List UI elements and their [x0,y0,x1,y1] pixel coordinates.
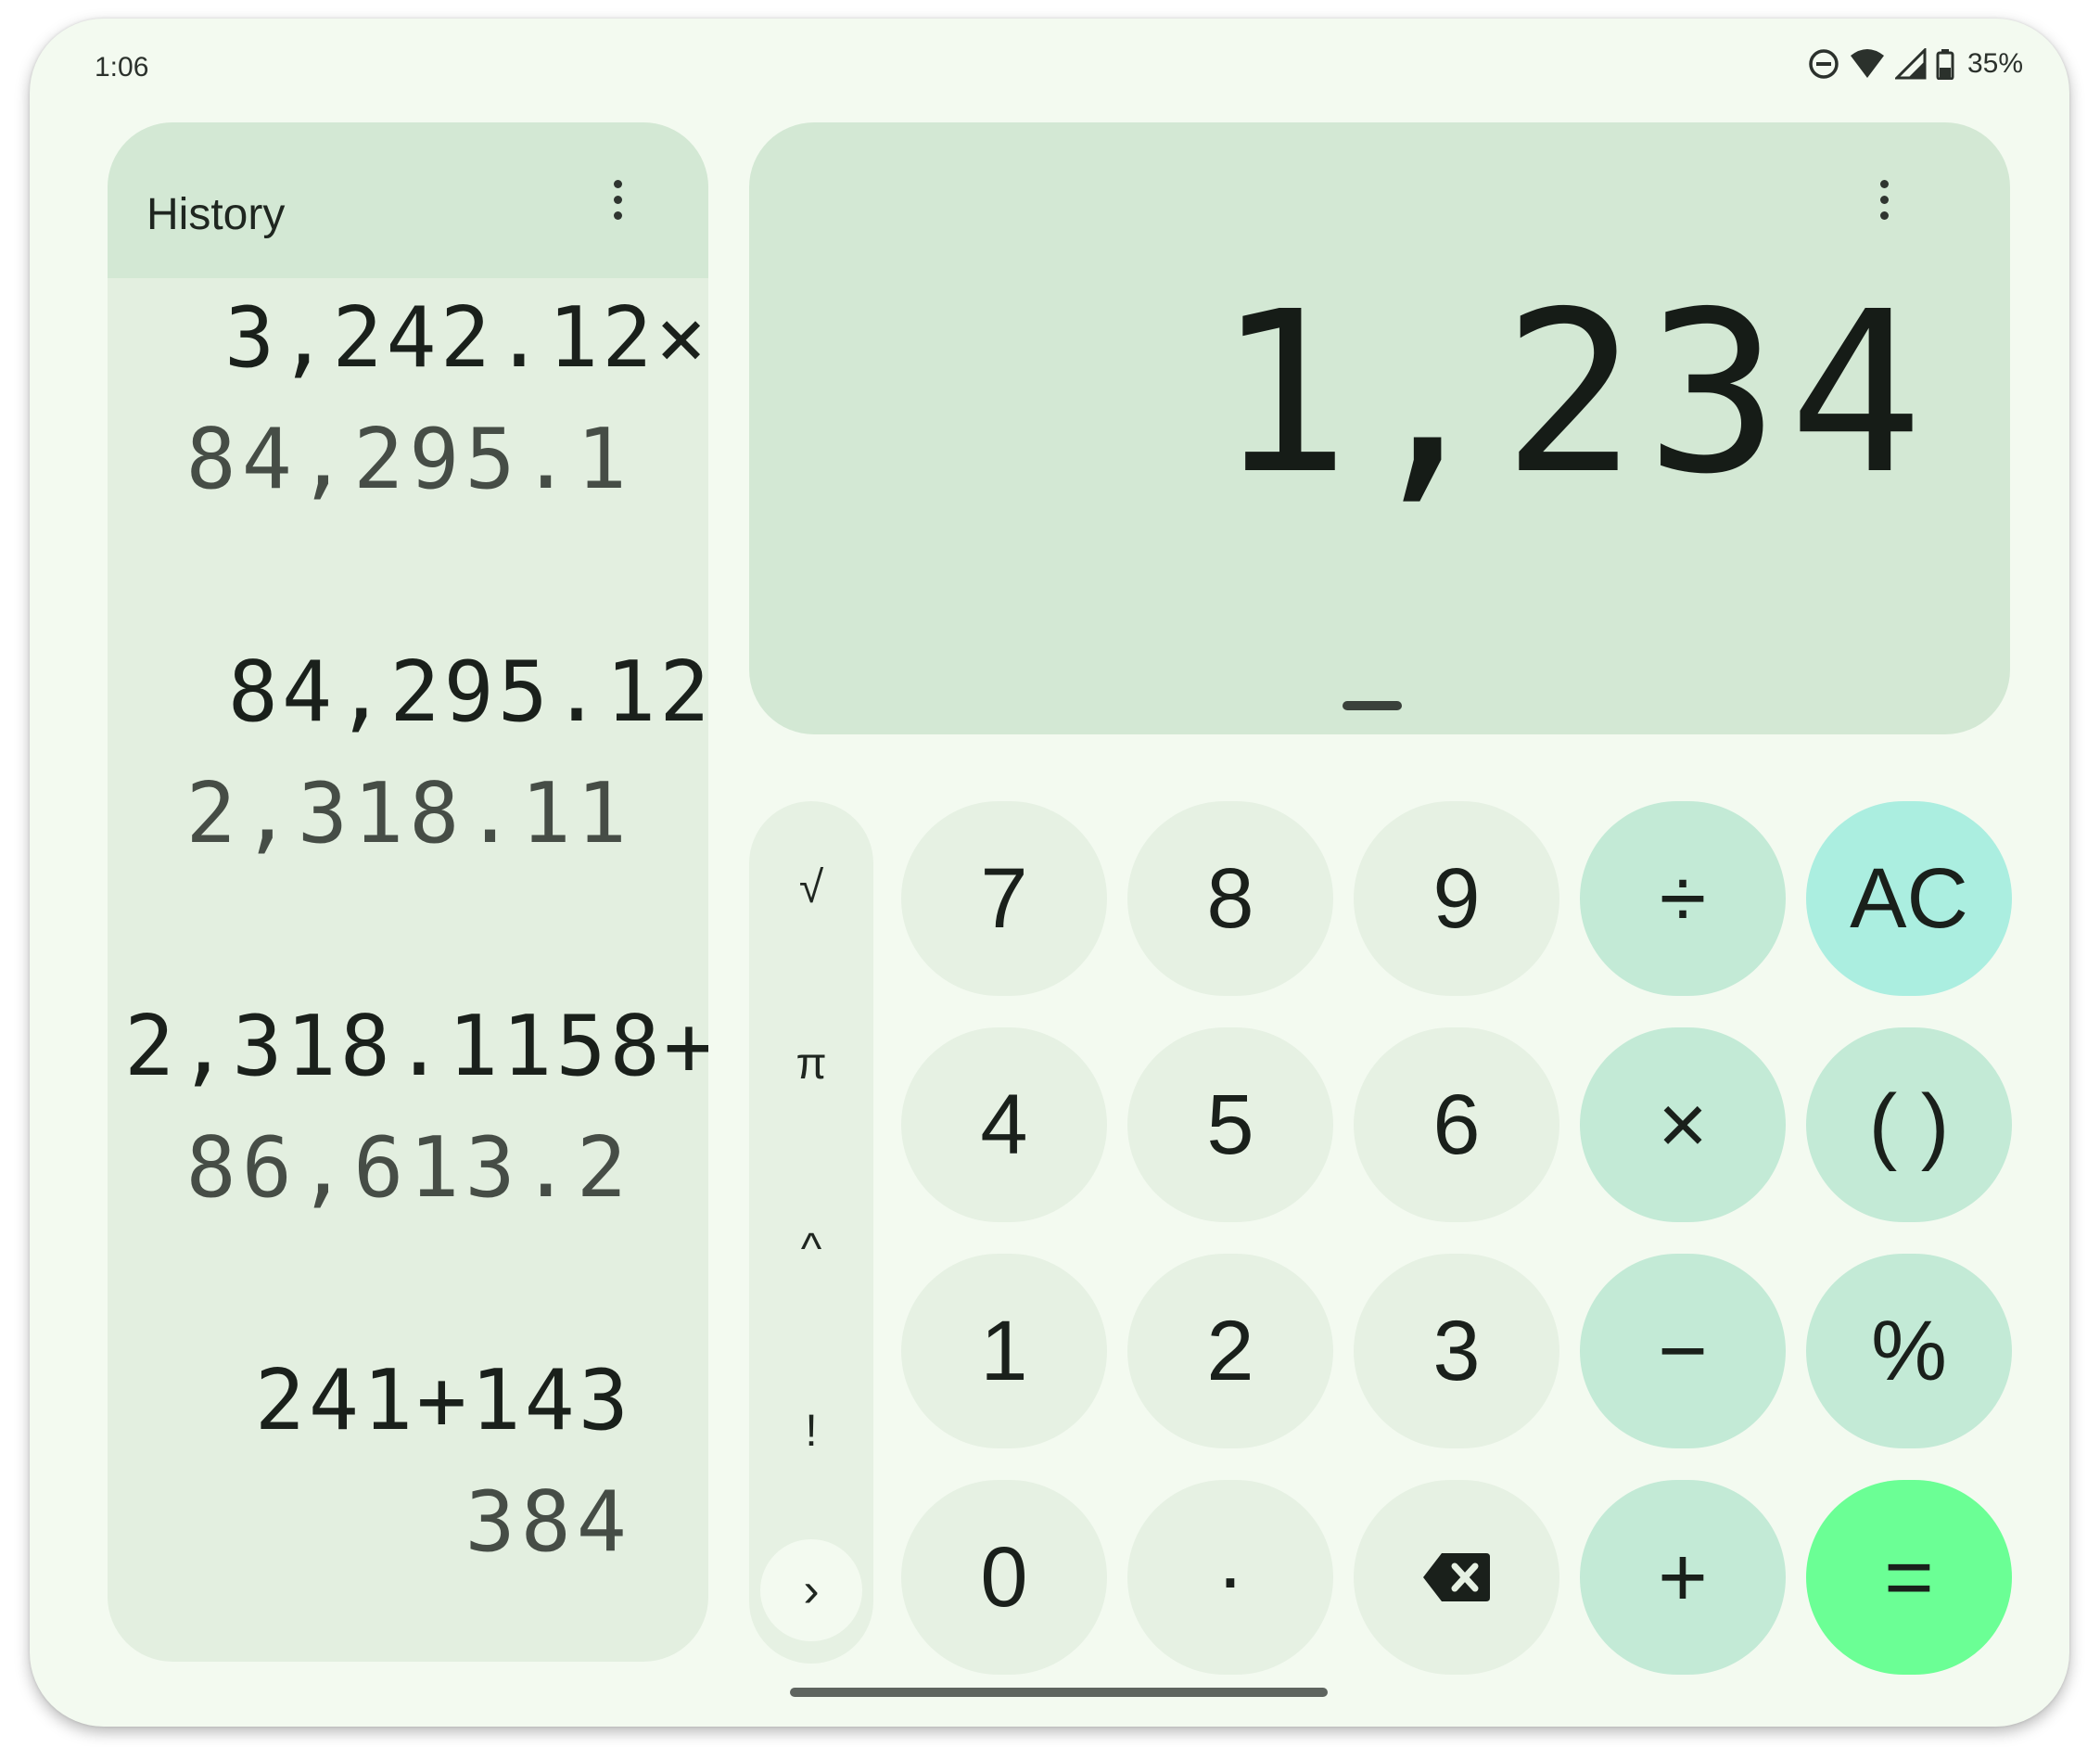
battery-percent: 35% [1966,48,2023,79]
battery-icon [1936,49,1954,80]
backspace-button[interactable] [1354,1480,1559,1675]
history-title: History [146,190,286,239]
history-entry[interactable]: 84,295.12×11 2,318.11 [108,632,708,911]
digit-4-button[interactable]: 4 [901,1027,1107,1222]
history-more-vert-icon[interactable] [614,180,622,220]
history-result: 2,318.11 [185,765,632,862]
history-expression: 241+143 [254,1352,632,1449]
minus-button[interactable]: − [1580,1254,1786,1448]
history-result: 84,295.1 [185,411,632,508]
chevron-right-icon: › [803,1563,820,1617]
cell-signal-icon [1894,48,1927,80]
history-result: 384 [465,1473,632,1571]
history-panel: History 3,242.12×52 84,295.1 84,295.12×1… [108,122,708,1662]
display-more-vert-icon[interactable] [1880,180,1889,220]
backspace-icon [1423,1553,1490,1601]
history-entry[interactable]: 2,318.1158+ 86,613.2 [108,987,708,1265]
digit-6-button[interactable]: 6 [1354,1027,1559,1222]
decimal-button[interactable]: · [1127,1480,1333,1675]
digit-5-button[interactable]: 5 [1127,1027,1333,1222]
equals-button[interactable]: = [1806,1480,2012,1675]
percent-button[interactable]: % [1806,1254,2012,1448]
history-expression: 84,295.12×11 [227,644,708,741]
plus-button[interactable]: + [1580,1480,1786,1675]
gesture-nav-bar[interactable] [790,1688,1328,1697]
scientific-panel: √ π ^ ! › [749,801,873,1664]
digit-7-button[interactable]: 7 [901,801,1107,996]
factorial-button[interactable]: ! [749,1406,873,1457]
status-icons: 35% [1808,48,2023,80]
power-button[interactable]: ^ [749,1224,873,1275]
divide-button[interactable]: ÷ [1580,801,1786,996]
digit-3-button[interactable]: 3 [1354,1254,1559,1448]
history-entry[interactable]: 3,242.12×52 84,295.1 [108,278,708,556]
history-expression: 3,242.12×52 [223,289,708,387]
digit-8-button[interactable]: 8 [1127,801,1333,996]
display-value[interactable]: 1,234 [1216,282,1932,504]
do-not-disturb-icon [1809,49,1839,79]
display-panel: 1,234 [749,122,2010,734]
history-entry[interactable]: 241+143 384 [108,1341,708,1619]
digit-9-button[interactable]: 9 [1354,801,1559,996]
sqrt-button[interactable]: √ [749,862,873,913]
parentheses-button[interactable]: ( ) [1806,1027,2012,1222]
pi-button[interactable]: π [749,1039,873,1090]
all-clear-button[interactable]: AC [1806,801,2012,996]
history-result: 86,613.2 [185,1119,632,1217]
history-expression: 2,318.1158+ [123,998,708,1095]
history-list: 3,242.12×52 84,295.1 84,295.12×11 2,318.… [108,278,708,1662]
history-header: History [108,122,708,278]
status-time: 1:06 [95,52,149,83]
calculator-app: 1:06 35% History 3,242.12×52 84,295.1 84… [30,19,2069,1727]
wifi-icon [1850,49,1884,78]
expand-scientific-button[interactable]: › [760,1539,862,1641]
history-drag-handle[interactable] [1343,701,1402,710]
digit-0-button[interactable]: 0 [901,1480,1107,1675]
multiply-button[interactable]: × [1580,1027,1786,1222]
digit-2-button[interactable]: 2 [1127,1254,1333,1448]
digit-1-button[interactable]: 1 [901,1254,1107,1448]
